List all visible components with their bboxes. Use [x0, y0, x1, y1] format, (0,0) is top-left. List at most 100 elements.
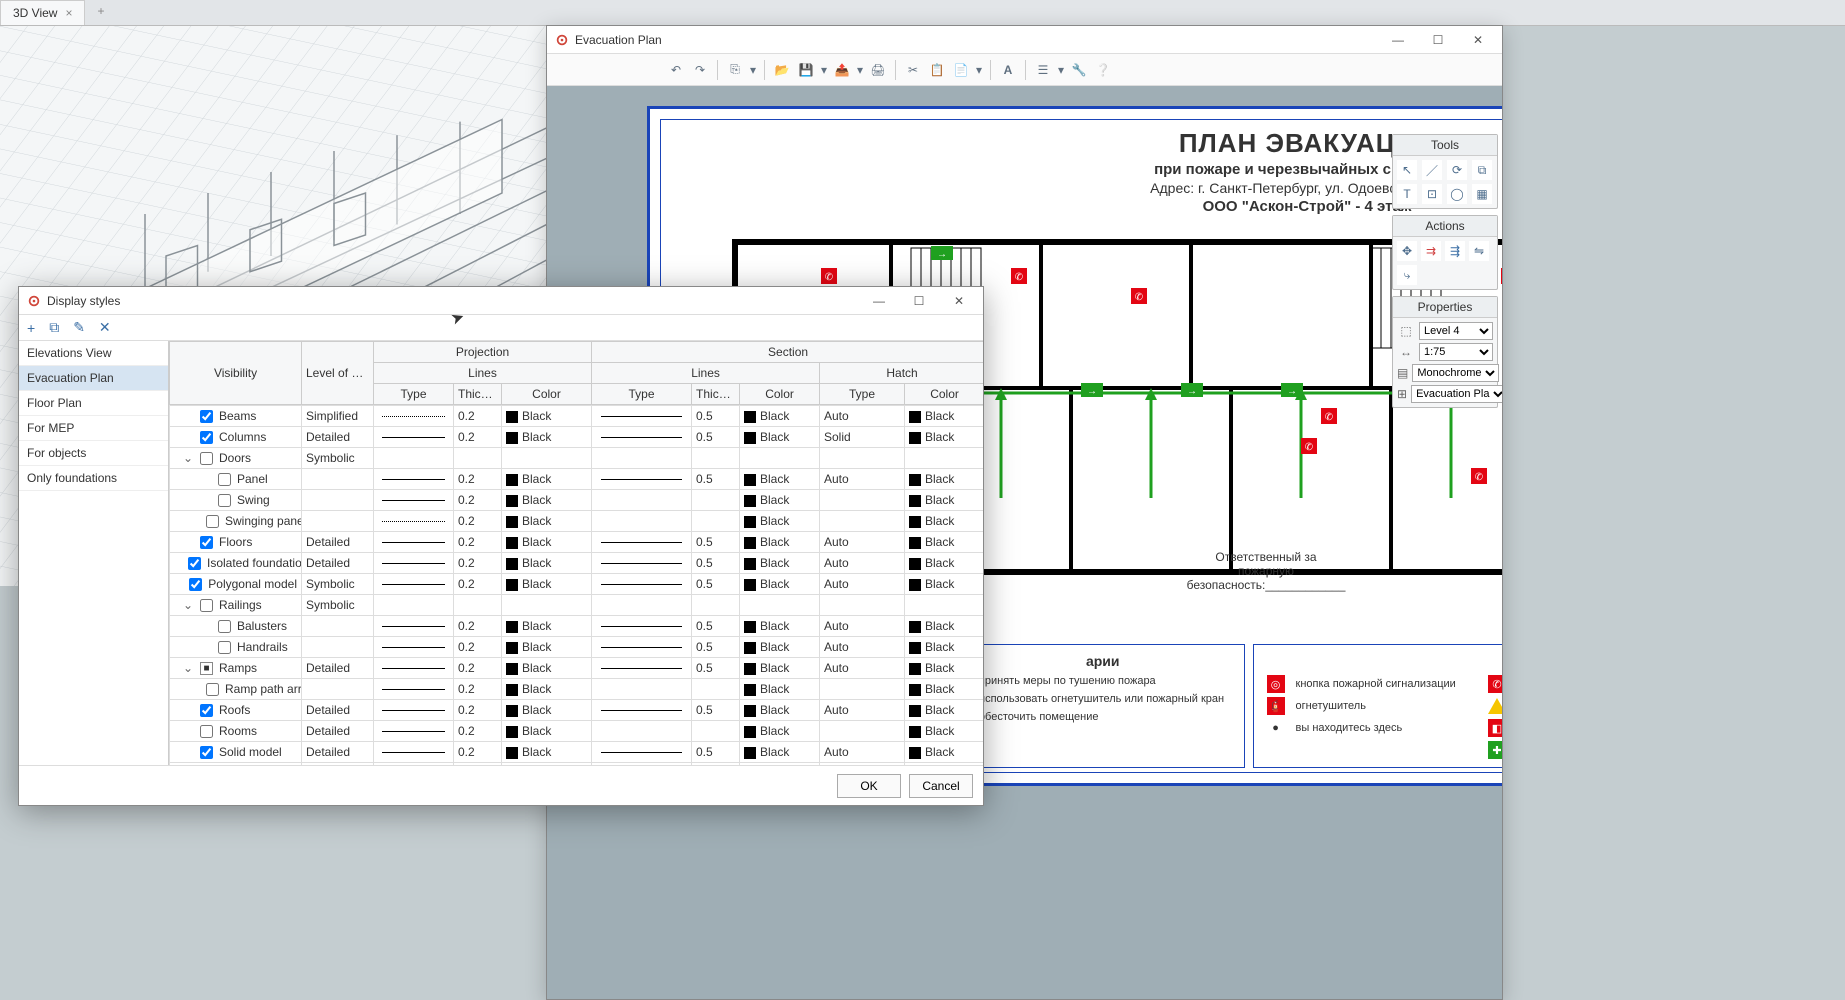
- dropdown-icon[interactable]: ▾: [974, 59, 984, 81]
- visibility-checkbox[interactable]: [200, 452, 213, 465]
- paste-icon[interactable]: 📄: [950, 59, 972, 81]
- table-row[interactable]: Panel0.2Black0.5BlackAutoBlack: [170, 469, 984, 490]
- expander-icon[interactable]: ⌄: [182, 451, 194, 465]
- dropdown-icon[interactable]: ▾: [748, 59, 758, 81]
- table-row[interactable]: ColumnsDetailed0.2Black0.5BlackSolidBlac…: [170, 427, 984, 448]
- delete-style-button[interactable]: ✕: [99, 319, 111, 336]
- redo-icon[interactable]: ↷: [689, 59, 711, 81]
- table-row[interactable]: Solid modelDetailed0.2Black0.5BlackAutoB…: [170, 742, 984, 763]
- visibility-checkbox[interactable]: [200, 599, 213, 612]
- visibility-checkbox[interactable]: [206, 515, 219, 528]
- layout-select[interactable]: Evacuation Pla: [1411, 385, 1502, 403]
- table-row[interactable]: RoofsDetailed0.2Black0.5BlackAutoBlack: [170, 700, 984, 721]
- element-name: Swinging panel: [225, 514, 302, 528]
- copy-icon[interactable]: ⎘: [724, 59, 746, 81]
- settings-icon[interactable]: 🔧: [1068, 59, 1090, 81]
- add-style-button[interactable]: +: [27, 320, 35, 336]
- style-item[interactable]: Evacuation Plan: [19, 366, 168, 391]
- evac-titlebar[interactable]: Evacuation Plan — ☐ ✕: [547, 26, 1502, 54]
- visibility-checkbox[interactable]: [188, 557, 201, 570]
- cut-icon[interactable]: ✂: [902, 59, 924, 81]
- distribute-action[interactable]: ⇶: [1445, 241, 1465, 261]
- style-item[interactable]: Only foundations: [19, 466, 168, 491]
- element-name: Balusters: [237, 619, 287, 633]
- print-icon[interactable]: 🖨: [867, 59, 889, 81]
- copy2-icon[interactable]: 📋: [926, 59, 948, 81]
- table-row[interactable]: RoomsDetailed0.2BlackBlackBlack: [170, 721, 984, 742]
- ok-button[interactable]: OK: [837, 774, 901, 798]
- group-tool[interactable]: ⧉: [1472, 160, 1492, 180]
- align-action[interactable]: ⇉: [1421, 241, 1441, 261]
- minimize-button[interactable]: —: [1378, 28, 1418, 52]
- table-row[interactable]: Ramp path arrows0.2BlackBlackBlack: [170, 679, 984, 700]
- move-action[interactable]: ✥: [1397, 241, 1417, 261]
- text-tool[interactable]: T: [1397, 184, 1417, 204]
- maximize-button[interactable]: ☐: [899, 289, 939, 313]
- table-row[interactable]: ⌄RailingsSymbolic: [170, 595, 984, 616]
- dropdown-icon[interactable]: ▾: [855, 59, 865, 81]
- expander-icon[interactable]: ⌄: [182, 661, 194, 675]
- scale-select[interactable]: 1:75: [1419, 343, 1493, 361]
- close-button[interactable]: ✕: [1458, 28, 1498, 52]
- visibility-checkbox[interactable]: [189, 578, 202, 591]
- close-button[interactable]: ✕: [939, 289, 979, 313]
- visibility-checkbox[interactable]: [218, 494, 231, 507]
- style-icon: ▤: [1397, 365, 1408, 381]
- table-row[interactable]: ⌄■RampsDetailed0.2Black0.5BlackAutoBlack: [170, 658, 984, 679]
- table-row[interactable]: FloorsDetailed0.2Black0.5BlackAutoBlack: [170, 532, 984, 553]
- dropdown-icon[interactable]: ▾: [1056, 59, 1066, 81]
- table-row[interactable]: Handrails0.2Black0.5BlackAutoBlack: [170, 637, 984, 658]
- style-item[interactable]: For objects: [19, 441, 168, 466]
- expander-icon[interactable]: ⌄: [182, 598, 194, 612]
- mirror-action[interactable]: ⇋: [1469, 241, 1489, 261]
- close-icon[interactable]: ×: [65, 6, 72, 20]
- style-item[interactable]: Floor Plan: [19, 391, 168, 416]
- minimize-button[interactable]: —: [859, 289, 899, 313]
- break-action[interactable]: ⤷: [1397, 265, 1417, 285]
- tab-add[interactable]: +: [87, 0, 114, 25]
- help-icon[interactable]: ❔: [1092, 59, 1114, 81]
- table-row[interactable]: Balusters0.2Black0.5BlackAutoBlack: [170, 616, 984, 637]
- edit-style-button[interactable]: ✎: [73, 319, 85, 336]
- table-row[interactable]: Swinging panel0.2BlackBlackBlack: [170, 511, 984, 532]
- visibility-checkbox[interactable]: [218, 641, 231, 654]
- visibility-checkbox[interactable]: [200, 746, 213, 759]
- actions-title: Actions: [1393, 216, 1497, 237]
- export-icon[interactable]: 📤: [831, 59, 853, 81]
- dropdown-icon[interactable]: ▾: [819, 59, 829, 81]
- col-projection: Projection: [374, 342, 592, 363]
- visibility-checkbox[interactable]: [200, 431, 213, 444]
- style-select[interactable]: Monochrome: [1412, 364, 1499, 382]
- table-tool[interactable]: ▦: [1472, 184, 1492, 204]
- visibility-checkbox[interactable]: [206, 683, 219, 696]
- layers-icon[interactable]: ☰: [1032, 59, 1054, 81]
- rotate-tool[interactable]: ⟳: [1447, 160, 1467, 180]
- visibility-checkbox[interactable]: [200, 725, 213, 738]
- dialog-titlebar[interactable]: Display styles — ☐ ✕: [19, 287, 983, 315]
- table-row[interactable]: ⌄DoorsSymbolic: [170, 448, 984, 469]
- style-item[interactable]: Elevations View: [19, 341, 168, 366]
- open-icon[interactable]: 📂: [771, 59, 793, 81]
- table-row[interactable]: Polygonal modelSymbolic0.2Black0.5BlackA…: [170, 574, 984, 595]
- select-tool[interactable]: ↖: [1397, 160, 1417, 180]
- tab-3d-view[interactable]: 3D View ×: [0, 0, 85, 25]
- table-row[interactable]: Swing0.2BlackBlackBlack: [170, 490, 984, 511]
- copy-style-button[interactable]: ⧉: [49, 319, 59, 336]
- font-icon[interactable]: A: [997, 59, 1019, 81]
- visibility-checkbox[interactable]: [200, 410, 213, 423]
- dimension-tool[interactable]: ⊡: [1422, 184, 1442, 204]
- visibility-checkbox[interactable]: [200, 536, 213, 549]
- level-select[interactable]: Level 4: [1419, 322, 1493, 340]
- line-tool[interactable]: ／: [1422, 160, 1442, 180]
- visibility-checkbox[interactable]: [218, 620, 231, 633]
- save-icon[interactable]: 💾: [795, 59, 817, 81]
- maximize-button[interactable]: ☐: [1418, 28, 1458, 52]
- undo-icon[interactable]: ↶: [665, 59, 687, 81]
- visibility-checkbox[interactable]: [218, 473, 231, 486]
- style-item[interactable]: For MEP: [19, 416, 168, 441]
- visibility-checkbox[interactable]: [200, 704, 213, 717]
- arc-tool[interactable]: ◯: [1447, 184, 1467, 204]
- cancel-button[interactable]: Cancel: [909, 774, 973, 798]
- table-row[interactable]: Isolated foundationsDetailed0.2Black0.5B…: [170, 553, 984, 574]
- table-row[interactable]: BeamsSimplified0.2Black0.5BlackAutoBlack: [170, 406, 984, 427]
